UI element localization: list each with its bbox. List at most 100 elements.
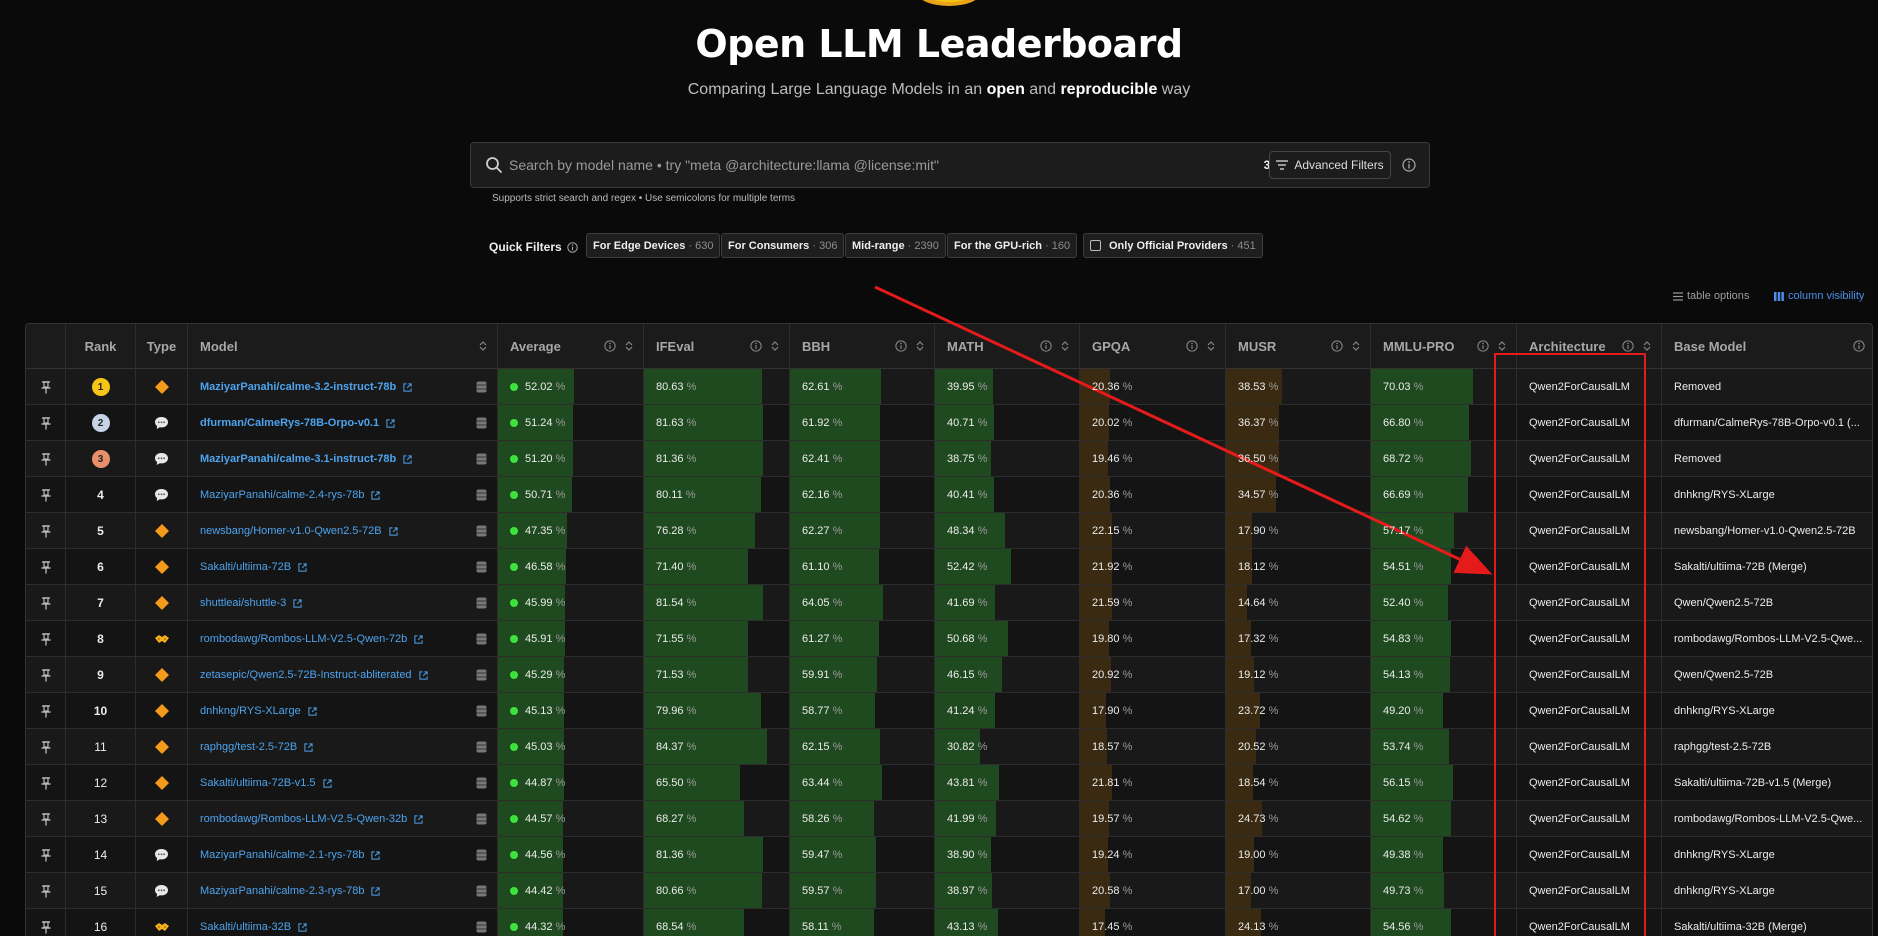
column-header-mmlu-pro[interactable]: MMLU-PRO bbox=[1371, 324, 1517, 369]
model-link[interactable]: dfurman/CalmeRys-78B-Orpo-v0.1 bbox=[200, 417, 379, 429]
pin-icon[interactable] bbox=[40, 704, 52, 718]
column-header-math[interactable]: MATH bbox=[935, 324, 1080, 369]
database-icon[interactable] bbox=[476, 381, 487, 393]
table-row[interactable]: 16 Sakalti/ultiima-32B 44.32 % 68.54 % 58.11… bbox=[26, 909, 1872, 936]
external-link-icon[interactable] bbox=[386, 418, 395, 428]
sort-icon[interactable] bbox=[769, 340, 781, 352]
column-header-bbh[interactable]: BBH bbox=[790, 324, 935, 369]
table-row[interactable]: 5 newsbang/Homer-v1.0-Qwen2.5-72B 47.35 % 7… bbox=[26, 513, 1872, 549]
column-header-ifeval[interactable]: IFEval bbox=[644, 324, 790, 369]
search-input[interactable] bbox=[509, 152, 1209, 178]
model-link[interactable]: shuttleai/shuttle-3 bbox=[200, 597, 286, 609]
info-icon[interactable] bbox=[750, 340, 762, 352]
table-row[interactable]: 9 zetasepic/Qwen2.5-72B-Instruct-ablitera… bbox=[26, 657, 1872, 693]
column-header-base-model[interactable]: Base Model bbox=[1662, 324, 1872, 369]
external-link-icon[interactable] bbox=[304, 742, 313, 752]
table-options-button[interactable]: table options bbox=[1673, 290, 1749, 302]
sort-icon[interactable] bbox=[623, 340, 635, 352]
pin-icon[interactable] bbox=[40, 812, 52, 826]
database-icon[interactable] bbox=[476, 849, 487, 861]
model-link[interactable]: raphgg/test-2.5-72B bbox=[200, 741, 297, 753]
sort-icon[interactable] bbox=[1205, 340, 1217, 352]
table-row[interactable]: 10 dnhkng/RYS-XLarge 45.13 % 79.96 % 58.77 %… bbox=[26, 693, 1872, 729]
official-providers-checkbox[interactable] bbox=[1090, 240, 1101, 251]
model-link[interactable]: MaziyarPanahi/calme-3.2-instruct-78b bbox=[200, 381, 396, 393]
column-header-average[interactable]: Average bbox=[498, 324, 644, 369]
quick-filter-gpu-rich[interactable]: For the GPU-rich · 160 bbox=[947, 233, 1078, 258]
database-icon[interactable] bbox=[476, 741, 487, 753]
quick-filter-consumers[interactable]: For Consumers · 306 bbox=[721, 233, 845, 258]
model-link[interactable]: rombodawg/Rombos-LLM-V2.5-Qwen-72b bbox=[200, 633, 407, 645]
pin-icon[interactable] bbox=[40, 524, 52, 538]
info-icon[interactable] bbox=[1040, 340, 1052, 352]
quick-filter-edge-devices[interactable]: For Edge Devices · 630 bbox=[586, 233, 721, 258]
advanced-filters-button[interactable]: Advanced Filters bbox=[1269, 151, 1391, 179]
info-icon[interactable] bbox=[1622, 340, 1634, 352]
external-link-icon[interactable] bbox=[403, 382, 412, 392]
external-link-icon[interactable] bbox=[414, 814, 423, 824]
external-link-icon[interactable] bbox=[293, 598, 302, 608]
database-icon[interactable] bbox=[476, 705, 487, 717]
table-row[interactable]: 14 MaziyarPanahi/calme-2.1-rys-78b 44.56 %… bbox=[26, 837, 1872, 873]
table-row[interactable]: 6 Sakalti/ultiima-72B 46.58 % 71.40 % 61.10 … bbox=[26, 549, 1872, 585]
pin-icon[interactable] bbox=[40, 848, 52, 862]
search-info-icon[interactable] bbox=[1402, 158, 1416, 172]
external-link-icon[interactable] bbox=[371, 850, 381, 860]
pin-icon[interactable] bbox=[40, 452, 52, 466]
external-link-icon[interactable] bbox=[308, 706, 317, 716]
model-link[interactable]: dnhkng/RYS-XLarge bbox=[200, 705, 301, 717]
pin-icon[interactable] bbox=[40, 488, 52, 502]
database-icon[interactable] bbox=[476, 813, 487, 825]
column-header-architecture[interactable]: Architecture bbox=[1517, 324, 1662, 369]
table-row[interactable]: 12 Sakalti/ultiima-72B-v1.5 44.87 % 65.50 %… bbox=[26, 765, 1872, 801]
model-link[interactable]: MaziyarPanahi/calme-2.3-rys-78b bbox=[200, 885, 364, 897]
external-link-icon[interactable] bbox=[371, 886, 381, 896]
database-icon[interactable] bbox=[476, 525, 487, 537]
table-row[interactable]: 13 rombodawg/Rombos-LLM-V2.5-Qwen-32b 44.5… bbox=[26, 801, 1872, 837]
pin-icon[interactable] bbox=[40, 740, 52, 754]
database-icon[interactable] bbox=[476, 885, 487, 897]
sort-icon[interactable] bbox=[1496, 340, 1508, 352]
model-link[interactable]: MaziyarPanahi/calme-2.1-rys-78b bbox=[200, 849, 364, 861]
table-row[interactable]: 7 shuttleai/shuttle-3 45.99 % 81.54 % 64.05 … bbox=[26, 585, 1872, 621]
table-row[interactable]: 11 raphgg/test-2.5-72B 45.03 % 84.37 % 62.15… bbox=[26, 729, 1872, 765]
model-link[interactable]: rombodawg/Rombos-LLM-V2.5-Qwen-32b bbox=[200, 813, 407, 825]
table-row[interactable]: 8 rombodawg/Rombos-LLM-V2.5-Qwen-72b 45.91… bbox=[26, 621, 1872, 657]
info-icon[interactable] bbox=[1186, 340, 1198, 352]
external-link-icon[interactable] bbox=[298, 562, 307, 572]
database-icon[interactable] bbox=[476, 633, 487, 645]
column-header-type[interactable]: Type bbox=[136, 324, 188, 369]
pin-icon[interactable] bbox=[40, 668, 52, 682]
column-header-gpqa[interactable]: GPQA bbox=[1080, 324, 1226, 369]
pin-icon[interactable] bbox=[40, 632, 52, 646]
database-icon[interactable] bbox=[476, 453, 487, 465]
external-link-icon[interactable] bbox=[418, 670, 428, 680]
pin-icon[interactable] bbox=[40, 560, 52, 574]
sort-icon[interactable] bbox=[914, 340, 926, 352]
pin-icon[interactable] bbox=[40, 416, 52, 430]
model-link[interactable]: MaziyarPanahi/calme-2.4-rys-78b bbox=[200, 489, 364, 501]
model-link[interactable]: zetasepic/Qwen2.5-72B-Instruct-abliterat… bbox=[200, 669, 412, 681]
quick-filter-official-providers[interactable]: Only Official Providers · 451 bbox=[1083, 233, 1263, 258]
column-header-musr[interactable]: MUSR bbox=[1226, 324, 1371, 369]
pin-icon[interactable] bbox=[40, 380, 52, 394]
external-link-icon[interactable] bbox=[388, 526, 398, 536]
info-icon[interactable] bbox=[1477, 340, 1489, 352]
info-icon[interactable] bbox=[1331, 340, 1343, 352]
pin-icon[interactable] bbox=[40, 776, 52, 790]
sort-icon[interactable] bbox=[477, 340, 489, 352]
column-header-rank[interactable]: Rank bbox=[66, 324, 136, 369]
model-link[interactable]: Sakalti/ultiima-72B-v1.5 bbox=[200, 777, 316, 789]
external-link-icon[interactable] bbox=[371, 490, 381, 500]
database-icon[interactable] bbox=[476, 777, 487, 789]
quick-filter-mid-range[interactable]: Mid-range · 2390 bbox=[845, 233, 946, 258]
pin-icon[interactable] bbox=[40, 884, 52, 898]
database-icon[interactable] bbox=[476, 417, 487, 429]
external-link-icon[interactable] bbox=[403, 454, 412, 464]
database-icon[interactable] bbox=[476, 561, 487, 573]
external-link-icon[interactable] bbox=[322, 778, 332, 788]
info-icon[interactable] bbox=[604, 340, 616, 352]
pin-icon[interactable] bbox=[40, 920, 52, 934]
sort-icon[interactable] bbox=[1641, 340, 1653, 352]
model-link[interactable]: Sakalti/ultiima-72B bbox=[200, 561, 291, 573]
